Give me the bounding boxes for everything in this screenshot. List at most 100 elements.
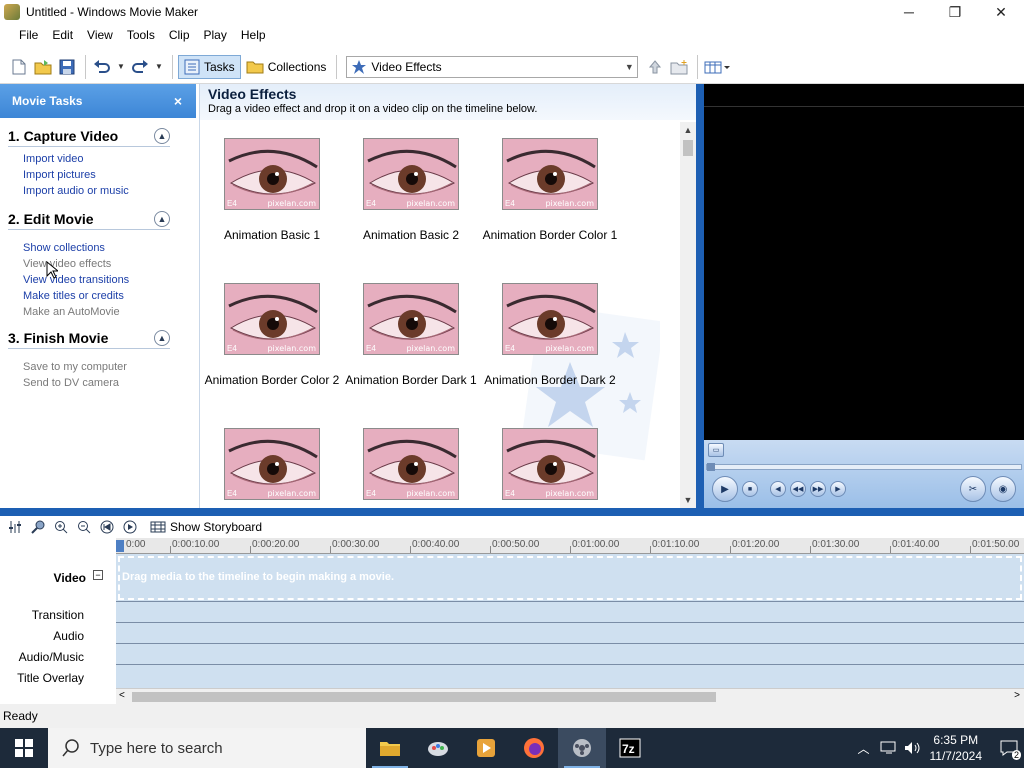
effect-thumbnail[interactable]: pixelan.com E4 xyxy=(224,138,320,210)
collection-select[interactable]: Video Effects ▼ xyxy=(346,55,639,78)
show-storyboard-button[interactable]: Show Storyboard xyxy=(150,520,262,534)
menu-view[interactable]: View xyxy=(80,28,120,42)
effect-thumbnail[interactable]: pixelan.com E4 xyxy=(502,283,598,355)
scroll-down-arrow-icon[interactable]: ▼ xyxy=(680,492,696,508)
seek-thumb[interactable] xyxy=(707,463,715,471)
scroll-thumb[interactable] xyxy=(683,140,693,156)
menu-clip[interactable]: Clip xyxy=(162,28,197,42)
split-screen-icon[interactable]: ▭ xyxy=(708,443,724,457)
preview-monitor: ▭ ▶ ■ ◀ ◀◀ ▶▶ ▶ ✂ ◉ xyxy=(704,84,1024,508)
effect-thumbnail[interactable]: pixelan.com E4 xyxy=(224,283,320,355)
track-label-title-overlay: Title Overlay xyxy=(17,671,84,685)
save-icon[interactable] xyxy=(56,56,78,78)
firefox-taskbar-icon[interactable] xyxy=(510,728,558,768)
show-hidden-icons-chevron-icon[interactable]: ︿ xyxy=(857,740,869,757)
stop-button-icon[interactable]: ■ xyxy=(742,481,758,497)
taskbar-clock[interactable]: 6:35 PM 11/7/2024 xyxy=(930,732,983,764)
effect-thumbnail[interactable]: pixelan.com E4 xyxy=(363,283,459,355)
timeline-divider[interactable] xyxy=(0,508,1024,516)
title-overlay-track[interactable] xyxy=(116,665,1024,686)
effect-thumbnail[interactable]: pixelan.com E4 xyxy=(363,138,459,210)
start-button[interactable] xyxy=(0,728,48,768)
undo-icon[interactable] xyxy=(91,56,113,78)
task-import-video[interactable]: Import video xyxy=(0,151,196,167)
audio-track[interactable] xyxy=(116,623,1024,644)
new-project-icon[interactable] xyxy=(8,56,30,78)
collapse-chevron-icon[interactable]: ▲ xyxy=(154,211,170,227)
menu-help[interactable]: Help xyxy=(234,28,273,42)
volume-icon[interactable] xyxy=(904,741,922,755)
notifications-button[interactable]: 2 xyxy=(994,728,1024,768)
views-icon[interactable] xyxy=(703,56,733,78)
play-timeline-icon[interactable] xyxy=(121,518,139,536)
task-import-pictures[interactable]: Import pictures xyxy=(0,167,196,183)
undo-dropdown-icon[interactable]: ▼ xyxy=(115,56,127,78)
take-picture-icon[interactable]: ◉ xyxy=(990,476,1016,502)
redo-dropdown-icon[interactable]: ▼ xyxy=(153,56,165,78)
effect-thumbnail[interactable]: pixelan.com E4 xyxy=(502,428,598,500)
video-track[interactable]: Drag media to the timeline to begin maki… xyxy=(116,554,1024,602)
scroll-left-arrow-icon[interactable]: < xyxy=(119,690,125,701)
effects-vertical-scrollbar[interactable]: ▲ ▼ xyxy=(680,122,696,508)
split-clip-icon[interactable]: ✂ xyxy=(960,476,986,502)
narrate-timeline-icon[interactable] xyxy=(29,518,47,536)
section-finish-movie[interactable]: 3. Finish Movie ▲ xyxy=(8,330,170,349)
menu-tools[interactable]: Tools xyxy=(120,28,162,42)
collapse-video-track-icon[interactable]: − xyxy=(93,570,103,580)
media-player-taskbar-icon[interactable] xyxy=(462,728,510,768)
scroll-up-arrow-icon[interactable]: ▲ xyxy=(680,122,696,138)
task-view-video-transitions[interactable]: View video transitions xyxy=(0,272,196,288)
zoom-out-icon[interactable] xyxy=(75,518,93,536)
effect-thumbnail[interactable]: pixelan.com E4 xyxy=(502,138,598,210)
redo-icon[interactable] xyxy=(129,56,151,78)
menu-play[interactable]: Play xyxy=(197,28,234,42)
maximize-button[interactable]: ❐ xyxy=(932,0,978,24)
close-tasks-pane-icon[interactable]: × xyxy=(174,93,182,109)
task-make-titles[interactable]: Make titles or credits xyxy=(0,288,196,304)
timeline-ruler[interactable]: 0:00 0:00:10.00 0:00:20.00 0:00:30.00 0:00:4… xyxy=(116,538,1024,554)
up-one-level-icon[interactable] xyxy=(644,56,666,78)
fast-forward-icon[interactable]: ▶▶ xyxy=(810,481,826,497)
play-button-icon[interactable]: ▶ xyxy=(712,476,738,502)
playhead-marker[interactable] xyxy=(116,540,124,552)
menu-edit[interactable]: Edit xyxy=(45,28,80,42)
tasks-button[interactable]: Tasks xyxy=(178,54,241,79)
effect-thumbnail[interactable]: pixelan.com E4 xyxy=(363,428,459,500)
section-edit-movie[interactable]: 2. Edit Movie ▲ xyxy=(8,211,170,230)
minimize-button[interactable]: ─ xyxy=(886,0,932,24)
network-icon[interactable] xyxy=(880,741,898,755)
transition-track[interactable] xyxy=(116,602,1024,623)
seek-bar[interactable] xyxy=(706,463,1022,471)
zoom-in-icon[interactable] xyxy=(52,518,70,536)
open-project-icon[interactable] xyxy=(32,56,54,78)
collapse-chevron-icon[interactable]: ▲ xyxy=(154,128,170,144)
collapse-chevron-icon[interactable]: ▲ xyxy=(154,330,170,346)
paint-taskbar-icon[interactable] xyxy=(414,728,462,768)
previous-frame-icon[interactable]: ◀ xyxy=(770,481,786,497)
effect-label: Animation Basic 2 xyxy=(362,228,460,242)
timeline-horizontal-scrollbar[interactable]: < > xyxy=(116,688,1024,704)
file-explorer-taskbar-icon[interactable] xyxy=(366,728,414,768)
close-button[interactable]: ✕ xyxy=(978,0,1024,24)
new-collection-folder-icon[interactable] xyxy=(668,56,690,78)
thumbnail-tag: E4 xyxy=(366,199,376,208)
set-audio-levels-icon[interactable] xyxy=(6,518,24,536)
pane-divider[interactable] xyxy=(696,84,704,508)
rewind-timeline-icon[interactable] xyxy=(98,518,116,536)
movie-maker-taskbar-icon[interactable] xyxy=(558,728,606,768)
menu-file[interactable]: File xyxy=(12,28,45,42)
taskbar-search-box[interactable]: Type here to search xyxy=(48,728,366,768)
track-label-audio-music: Audio/Music xyxy=(18,650,84,664)
audio-music-track[interactable] xyxy=(116,644,1024,665)
tasks-icon xyxy=(184,59,200,74)
rewind-icon[interactable]: ◀◀ xyxy=(790,481,806,497)
next-frame-icon[interactable]: ▶ xyxy=(830,481,846,497)
task-import-audio[interactable]: Import audio or music xyxy=(0,183,196,199)
7zip-taskbar-icon[interactable]: 7z xyxy=(606,728,654,768)
scroll-thumb[interactable] xyxy=(132,692,716,702)
section-capture-video[interactable]: 1. Capture Video ▲ xyxy=(8,128,170,147)
effect-thumbnail[interactable]: pixelan.com E4 xyxy=(224,428,320,500)
collections-button[interactable]: Collections xyxy=(241,55,332,79)
task-show-collections[interactable]: Show collections xyxy=(0,240,196,256)
scroll-right-arrow-icon[interactable]: > xyxy=(1014,690,1020,701)
